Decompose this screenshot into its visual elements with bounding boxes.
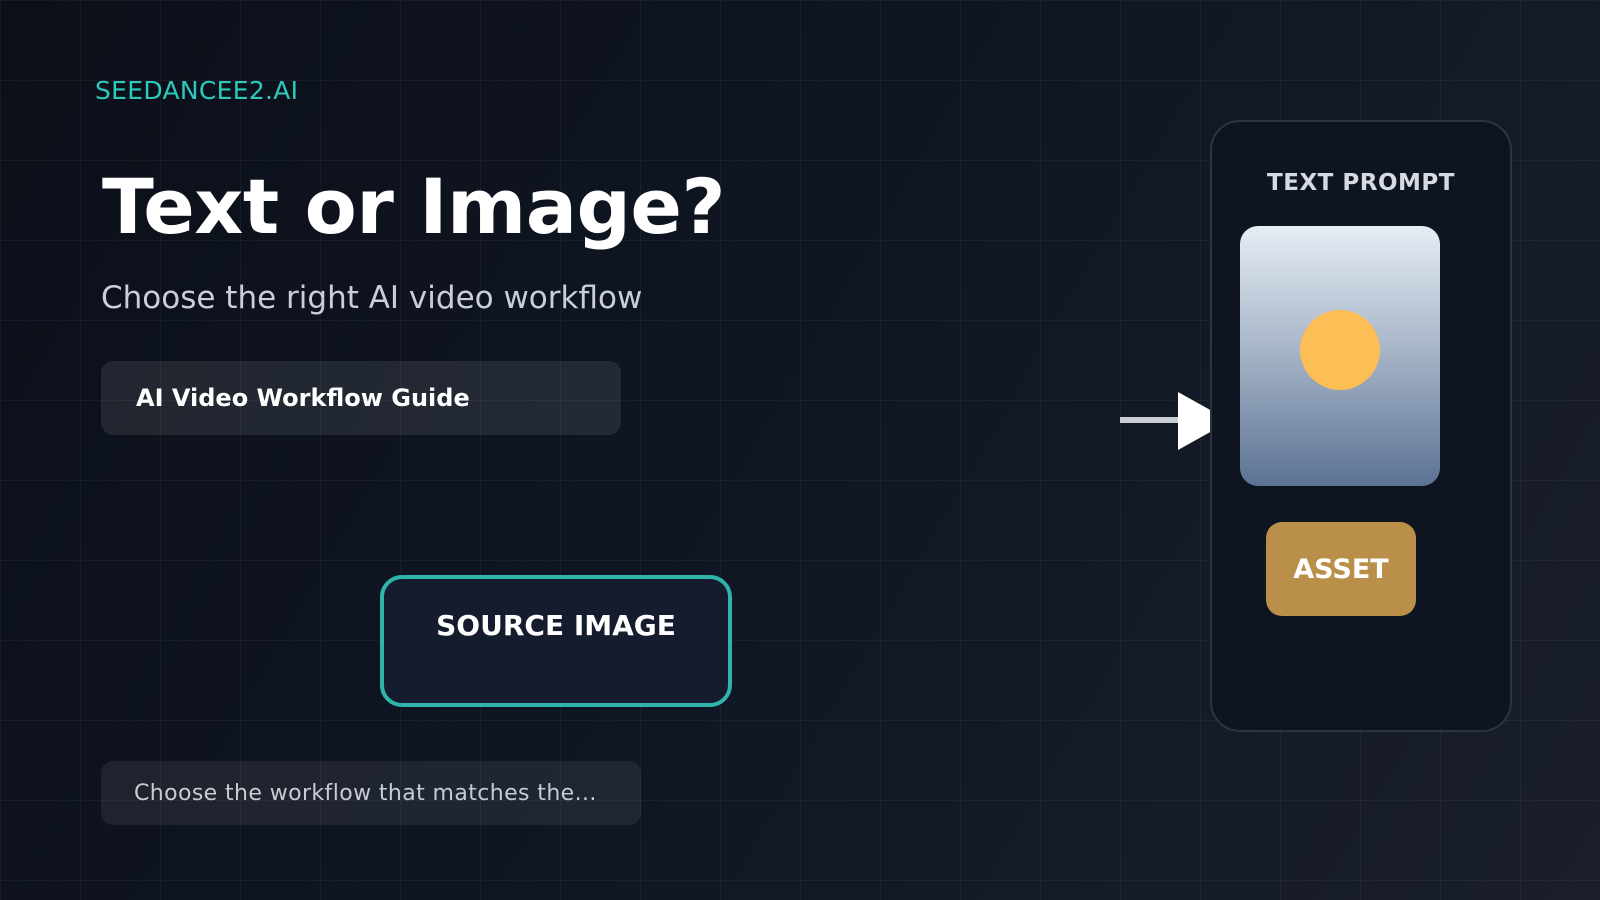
text-prompt-card: TEXT PROMPT ASSET bbox=[1210, 120, 1512, 732]
asset-button[interactable]: ASSET bbox=[1266, 522, 1416, 616]
workflow-note: Choose the workflow that matches the... bbox=[101, 761, 641, 825]
page-subtitle: Choose the right AI video workflow bbox=[101, 280, 643, 316]
guide-pill: AI Video Workflow Guide bbox=[101, 361, 621, 435]
workflow-note-text: Choose the workflow that matches the... bbox=[134, 780, 597, 806]
source-image-label: SOURCE IMAGE bbox=[436, 609, 676, 642]
sun-icon bbox=[1300, 310, 1380, 390]
brand-logo-text: SEEDANCEE2.AI bbox=[95, 76, 299, 105]
page-title: Text or Image? bbox=[102, 162, 726, 251]
source-image-box: SOURCE IMAGE bbox=[380, 575, 732, 707]
image-preview-icon bbox=[1240, 226, 1440, 486]
text-prompt-label: TEXT PROMPT bbox=[1267, 170, 1455, 196]
guide-pill-label: AI Video Workflow Guide bbox=[136, 384, 470, 412]
